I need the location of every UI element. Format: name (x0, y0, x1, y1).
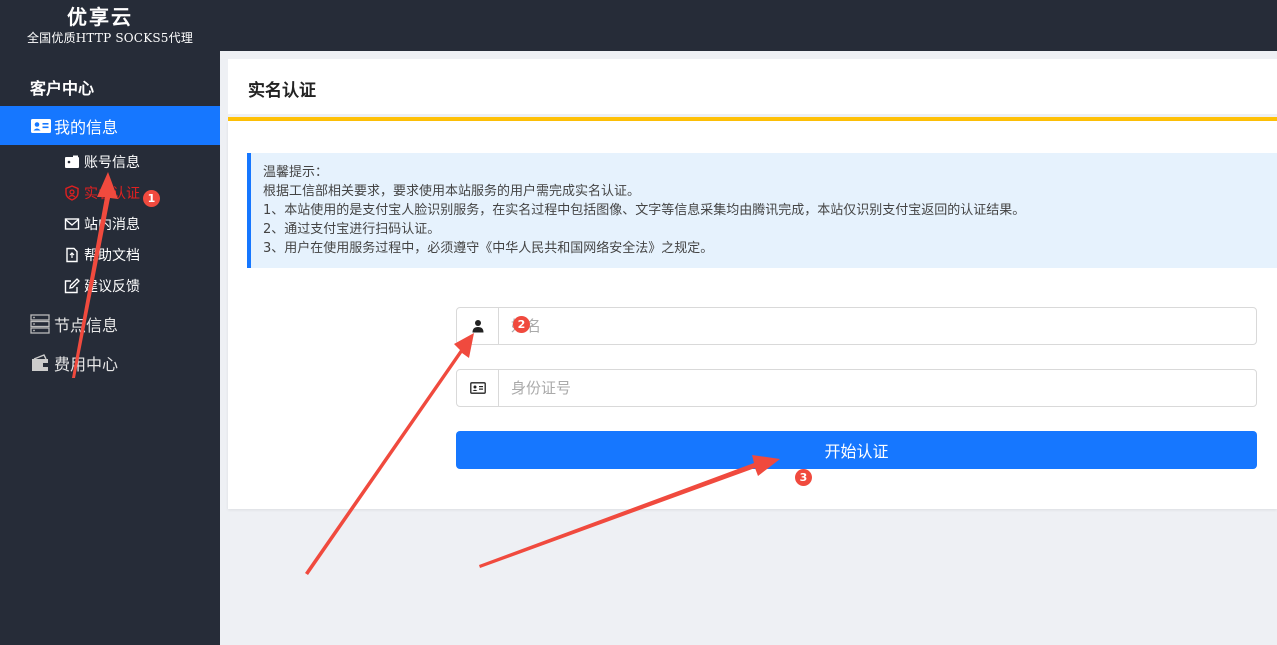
annotation-badge-1: 1 (143, 190, 160, 207)
server-icon (30, 314, 50, 334)
sidebar-item-messages[interactable]: 站内消息 (64, 213, 140, 235)
envelope-icon (64, 218, 80, 230)
name-addon (457, 308, 499, 344)
sidebar-item-help-docs-label: 帮助文档 (84, 248, 140, 264)
sidebar-item-billing[interactable]: 费用中心 (30, 351, 118, 375)
sidebar-item-real-name[interactable]: 实名认证 (64, 182, 140, 204)
sidebar-item-feedback[interactable]: 建议反馈 (64, 275, 140, 297)
name-input-group (456, 307, 1257, 345)
id-card-small-icon (469, 382, 486, 394)
sidebar-item-my-info-label: 我的信息 (54, 117, 119, 137)
sidebar-item-nodes-label: 节点信息 (54, 316, 119, 335)
verify-shield-icon (65, 185, 79, 201)
notice-box: 温馨提示： 根据工信部相关要求，要求使用本站服务的用户需完成实名认证。 1、本站… (247, 153, 1277, 268)
sidebar-item-messages-label: 站内消息 (84, 217, 140, 233)
notice-line: 根据工信部相关要求，要求使用本站服务的用户需完成实名认证。 (263, 184, 641, 199)
name-input[interactable] (499, 308, 1256, 344)
brand-title: 优享云 (67, 5, 133, 29)
sidebar-item-nodes[interactable]: 节点信息 (30, 312, 118, 336)
sidebar-item-account-info[interactable]: 账号信息 (64, 151, 140, 173)
notice-line: 温馨提示： (263, 165, 329, 180)
id-input-group (456, 369, 1257, 407)
sidebar-item-help-docs[interactable]: 帮助文档 (64, 244, 140, 266)
id-card-icon (31, 118, 51, 133)
purse-icon (32, 354, 49, 371)
sidebar-item-billing-label: 费用中心 (54, 355, 119, 374)
id-number-input[interactable] (499, 370, 1256, 406)
document-icon (66, 247, 78, 263)
sidebar-item-my-info[interactable]: 我的信息 (0, 106, 220, 145)
sidebar-heading: 客户中心 (30, 79, 95, 98)
sidebar-item-feedback-label: 建议反馈 (84, 279, 140, 295)
sidebar-item-account-info-label: 账号信息 (84, 155, 140, 171)
notice-line: 1、本站使用的是支付宝人脸识别服务，在实名过程中包括图像、文字等信息采集均由腾讯… (263, 203, 1026, 218)
edit-icon (64, 278, 80, 294)
page-title: 实名认证 (248, 81, 316, 101)
start-verification-button[interactable]: 开始认证 (456, 431, 1257, 469)
id-addon (457, 370, 499, 406)
page-header: 实名认证 (228, 59, 1277, 114)
user-icon (472, 320, 483, 333)
brand-subtitle: 全国优质HTTP SOCKS5代理 (26, 31, 194, 45)
brand-logo[interactable]: 优享云 全国优质HTTP SOCKS5代理 (0, 0, 220, 51)
wallet-icon (65, 155, 79, 168)
annotation-badge-3: 3 (795, 469, 812, 486)
notice-line: 2、通过支付宝进行扫码认证。 (263, 222, 441, 237)
sidebar: 客户中心 我的信息 账号信息 实名认证 站内消息 帮助文档 建议反馈 节点信息 … (0, 51, 220, 645)
sidebar-item-real-name-label: 实名认证 (84, 186, 140, 202)
annotation-badge-2: 2 (513, 316, 530, 333)
notice-line: 3、用户在使用服务过程中，必须遵守《中华人民共和国网络安全法》之规定。 (263, 241, 714, 256)
